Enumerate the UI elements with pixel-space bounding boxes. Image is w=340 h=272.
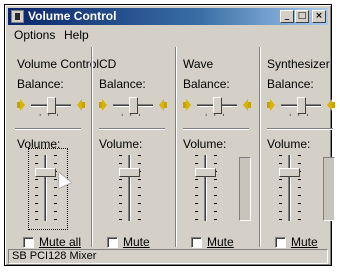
speaker-right-icon — [159, 99, 167, 111]
mixer-panel: Volume Control Balance: ˈ ˈ ˈ Volume: Mu… — [11, 45, 335, 251]
balance-thumb[interactable] — [47, 97, 56, 114]
peak-meter — [239, 157, 251, 221]
title-bar[interactable]: Volume Control _ □ × — [8, 8, 328, 25]
ticks-left — [279, 155, 282, 221]
minimize-icon: _ — [284, 11, 290, 21]
menu-help[interactable]: Help — [64, 27, 89, 43]
balance-ticks: ˈ ˈ ˈ — [205, 113, 227, 122]
volume-thumb[interactable] — [119, 168, 140, 177]
divider — [15, 128, 81, 130]
window-title: Volume Control — [28, 9, 117, 23]
balance-slider[interactable]: ˈ ˈ ˈ — [99, 97, 169, 122]
mute-checkbox[interactable] — [275, 237, 286, 248]
balance-ticks: ˈ ˈ ˈ — [39, 113, 61, 122]
ticks-right — [214, 155, 217, 221]
balance-label: Balance: — [183, 77, 230, 91]
divider — [183, 128, 249, 130]
mute-label[interactable]: Mute — [207, 235, 234, 249]
speaker-left-icon — [17, 99, 25, 111]
channel-name: CD — [99, 57, 117, 71]
volume-track — [288, 155, 291, 221]
minimize-button[interactable]: _ — [280, 10, 294, 23]
speaker-right-icon — [327, 99, 335, 111]
mute-label[interactable]: Mute — [291, 235, 318, 249]
channel-name: Wave — [183, 57, 214, 71]
volume-label: Volume: — [99, 137, 143, 151]
close-button[interactable]: × — [312, 10, 326, 23]
balance-thumb[interactable] — [213, 97, 222, 114]
balance-slider[interactable]: ˈ ˈ ˈ — [17, 97, 87, 122]
balance-ticks: ˈ ˈ ˈ — [289, 113, 311, 122]
mute-checkbox[interactable] — [23, 237, 34, 248]
maximize-button[interactable]: □ — [295, 10, 309, 23]
balance-thumb[interactable] — [297, 97, 306, 114]
menu-options[interactable]: Options — [14, 27, 55, 43]
ticks-right — [138, 155, 141, 221]
divider — [267, 128, 333, 130]
channel-name: Synthesizer — [267, 57, 330, 71]
speaker-right-icon — [77, 99, 85, 111]
balance-label: Balance: — [267, 77, 314, 91]
column-separator — [91, 47, 93, 247]
channel-name: Volume Control — [17, 57, 100, 71]
mute-checkbox[interactable] — [107, 237, 118, 248]
divider — [99, 128, 165, 130]
speaker-left-icon — [99, 99, 107, 111]
status-bar: SB PCI128 Mixer — [8, 249, 328, 264]
volume-track — [204, 155, 207, 221]
volume-control-window: Volume Control _ □ × Options Help Volume… — [4, 4, 335, 266]
mute-label[interactable]: Mute — [123, 235, 150, 249]
channel-volume-control: Volume Control Balance: ˈ ˈ ˈ Volume: Mu… — [11, 45, 99, 251]
balance-label: Balance: — [99, 77, 146, 91]
close-icon: × — [315, 11, 323, 21]
balance-label: Balance: — [17, 77, 64, 91]
volume-label: Volume: — [183, 137, 227, 151]
ticks-right — [298, 155, 301, 221]
ticks-left — [195, 155, 198, 221]
speaker-right-icon — [243, 99, 251, 111]
volume-slider[interactable] — [31, 153, 61, 225]
balance-ticks: ˈ ˈ ˈ — [121, 113, 143, 122]
volume-slider[interactable] — [275, 153, 305, 225]
column-separator — [175, 47, 177, 247]
mute-label[interactable]: Mute all — [39, 235, 81, 249]
volume-track — [44, 155, 47, 221]
peak-meter — [323, 157, 335, 221]
ticks-right — [54, 155, 57, 221]
speaker-left-icon — [183, 99, 191, 111]
channel-cd: CD Balance: ˈ ˈ ˈ Volume: Mute — [95, 45, 173, 251]
maximize-icon: □ — [297, 11, 307, 21]
balance-thumb[interactable] — [129, 97, 138, 114]
balance-slider[interactable]: ˈ ˈ ˈ — [267, 97, 337, 122]
column-separator — [259, 47, 261, 247]
ticks-left — [119, 155, 122, 221]
app-icon[interactable] — [11, 10, 24, 23]
menu-bar: Options Help — [8, 27, 328, 43]
mute-checkbox[interactable] — [191, 237, 202, 248]
balance-slider[interactable]: ˈ ˈ ˈ — [183, 97, 253, 122]
volume-thumb[interactable] — [195, 168, 216, 177]
channel-synthesizer: Synthesizer Balance: ˈ ˈ ˈ Volume: Mute — [263, 45, 340, 251]
speaker-left-icon — [267, 99, 275, 111]
ticks-left — [35, 155, 38, 221]
channel-wave: Wave Balance: ˈ ˈ ˈ Volume: Mute — [179, 45, 257, 251]
volume-thumb[interactable] — [279, 168, 300, 177]
volume-slider[interactable] — [115, 153, 145, 225]
volume-label: Volume: — [267, 137, 311, 151]
volume-slider[interactable] — [191, 153, 221, 225]
volume-track — [128, 155, 131, 221]
